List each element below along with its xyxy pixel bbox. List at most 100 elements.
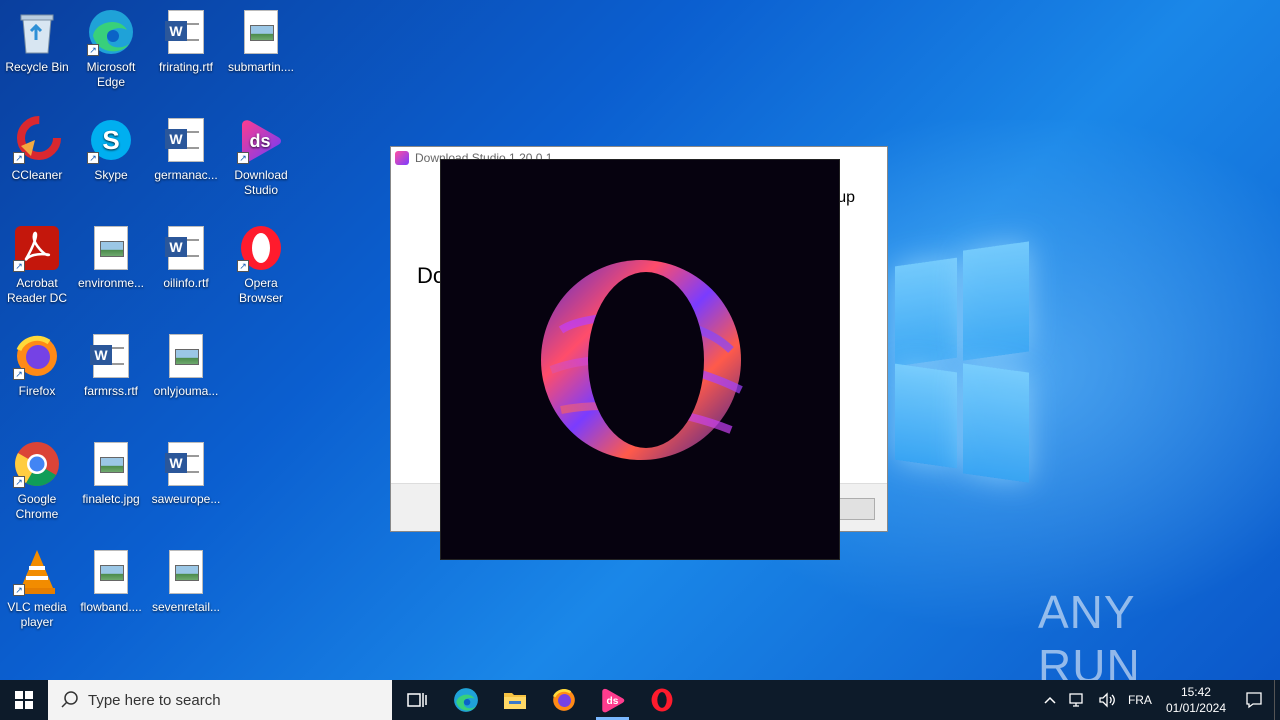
desktop-icon-vlc[interactable]: ↗ VLC media player [0, 548, 74, 630]
shortcut-arrow-icon: ↗ [237, 152, 249, 164]
clock-date: 01/01/2024 [1165, 701, 1226, 715]
shortcut-arrow-icon: ↗ [237, 260, 249, 272]
desktop-icon-label: sevenretail... [151, 600, 221, 614]
start-button[interactable] [0, 680, 48, 720]
ccleaner-icon: ↗ [13, 116, 61, 164]
desktop-icon-label: VLC media player [7, 600, 67, 629]
opera-splash-window [440, 159, 840, 560]
chrome-icon: ↗ [13, 440, 61, 488]
image-file-icon [237, 8, 285, 56]
clock-time: 15:42 [1180, 685, 1211, 699]
taskbar: Type here to search ds FRA 15:42 01/01/2… [0, 680, 1280, 720]
file-explorer-icon [503, 693, 526, 709]
desktop-icon-label: Acrobat Reader DC [6, 276, 68, 305]
desktop-icon-label: Recycle Bin [5, 60, 69, 74]
desktop-icon-submartin[interactable]: submartin.... [224, 8, 298, 75]
taskbar-download-studio-button[interactable]: ds [588, 680, 637, 720]
watermark-text: ANY RUN [1038, 586, 1141, 692]
taskbar-file-explorer-button[interactable] [490, 680, 539, 720]
desktop-icon-label: Opera Browser [238, 276, 283, 305]
desktop-icon-label: CCleaner [11, 168, 63, 182]
input-language-button[interactable]: FRA [1122, 693, 1158, 707]
search-icon [61, 691, 78, 708]
shortcut-arrow-icon: ↗ [13, 368, 25, 380]
search-placeholder: Type here to search [88, 691, 221, 709]
notification-icon [1246, 692, 1262, 709]
desktop-icon-label: saweurope... [151, 492, 221, 506]
opera-icon [651, 688, 672, 712]
desktop-icon-ccleaner[interactable]: ↗ CCleaner [0, 116, 74, 183]
opera-logo-animation [541, 260, 743, 460]
svg-text:ds: ds [249, 131, 270, 151]
taskbar-edge-button[interactable] [441, 680, 490, 720]
desktop-icon-download-studio[interactable]: ds ↗ Download Studio [224, 116, 298, 198]
edge-icon [453, 688, 478, 712]
desktop-icon-skype[interactable]: S ↗ Skype [74, 116, 148, 183]
system-tray: FRA 15:42 01/01/2024 [1038, 680, 1280, 720]
desktop-icon-saweurope[interactable]: W saweurope... [149, 440, 223, 507]
image-file-icon [87, 548, 135, 596]
task-view-icon [406, 693, 427, 707]
image-file-icon [162, 548, 210, 596]
volume-button[interactable] [1092, 692, 1122, 708]
desktop-icon-frirating[interactable]: W frirating.rtf [149, 8, 223, 75]
desktop-icon-acrobat[interactable]: ↗ Acrobat Reader DC [0, 224, 74, 306]
desktop-icon-flowband[interactable]: flowband.... [74, 548, 148, 615]
shortcut-arrow-icon: ↗ [13, 476, 25, 488]
edge-icon: ↗ [87, 8, 135, 56]
desktop-icon-onlyjouma[interactable]: onlyjouma... [149, 332, 223, 399]
desktop-icon-recycle-bin[interactable]: Recycle Bin [0, 8, 74, 75]
desktop-icon-farmrss[interactable]: W farmrss.rtf [74, 332, 148, 399]
taskbar-search-box[interactable]: Type here to search [48, 680, 392, 720]
desktop-icon-label: flowband.... [80, 600, 142, 614]
download-studio-icon: ds [601, 688, 624, 713]
desktop-icon-germanac[interactable]: W germanac... [149, 116, 223, 183]
desktop-icon-firefox[interactable]: ↗ Firefox [0, 332, 74, 399]
desktop-icon-opera[interactable]: ↗ Opera Browser [224, 224, 298, 306]
opera-icon: ↗ [237, 224, 285, 272]
shortcut-arrow-icon: ↗ [87, 44, 99, 56]
desktop-icon-label: Download Studio [234, 168, 288, 197]
clock[interactable]: 15:42 01/01/2024 [1158, 684, 1234, 716]
desktop-icon-label: submartin.... [227, 60, 295, 74]
show-hidden-icons-button[interactable] [1038, 696, 1062, 704]
desktop-icon-label: Google Chrome [15, 492, 59, 521]
acrobat-icon: ↗ [13, 224, 61, 272]
desktop-icon-chrome[interactable]: ↗ Google Chrome [0, 440, 74, 522]
word-document-icon: W [162, 224, 210, 272]
shortcut-arrow-icon: ↗ [13, 260, 25, 272]
image-file-icon [87, 224, 135, 272]
windows-start-icon [15, 691, 33, 709]
skype-icon: S ↗ [87, 116, 135, 164]
task-view-button[interactable] [392, 680, 441, 720]
speaker-icon [1099, 692, 1115, 708]
firefox-icon [552, 689, 575, 711]
network-button[interactable] [1062, 692, 1092, 708]
desktop-icon-label: onlyjouma... [153, 384, 219, 398]
desktop-icon-edge[interactable]: ↗ Microsoft Edge [74, 8, 148, 90]
desktop-icon-label: Firefox [18, 384, 56, 398]
shortcut-arrow-icon: ↗ [13, 584, 25, 596]
vlc-icon: ↗ [13, 548, 61, 596]
word-document-icon: W [87, 332, 135, 380]
taskbar-opera-button[interactable] [637, 680, 686, 720]
desktop-icon-environme[interactable]: environme... [74, 224, 148, 291]
desktop-icon-finaletc[interactable]: finaletc.jpg [74, 440, 148, 507]
windows-wallpaper-logo [895, 240, 1035, 483]
show-desktop-button[interactable] [1274, 680, 1280, 720]
network-icon [1069, 693, 1083, 707]
shortcut-arrow-icon: ↗ [87, 152, 99, 164]
svg-text:S: S [102, 125, 119, 155]
desktop-icon-sevenretail[interactable]: sevenretail... [149, 548, 223, 615]
svg-text:ds: ds [606, 696, 618, 707]
taskbar-firefox-button[interactable] [539, 680, 588, 720]
chevron-up-icon [1044, 696, 1056, 704]
desktop-icon-label: germanac... [154, 168, 218, 182]
word-document-icon: W [162, 116, 210, 164]
desktop-icon-label: frirating.rtf [158, 60, 213, 74]
download-studio-icon: ds ↗ [237, 116, 285, 164]
desktop-icon-label: oilinfo.rtf [163, 276, 209, 290]
download-studio-icon [395, 151, 409, 165]
desktop-icon-oilinfo[interactable]: W oilinfo.rtf [149, 224, 223, 291]
action-center-button[interactable] [1234, 680, 1274, 720]
